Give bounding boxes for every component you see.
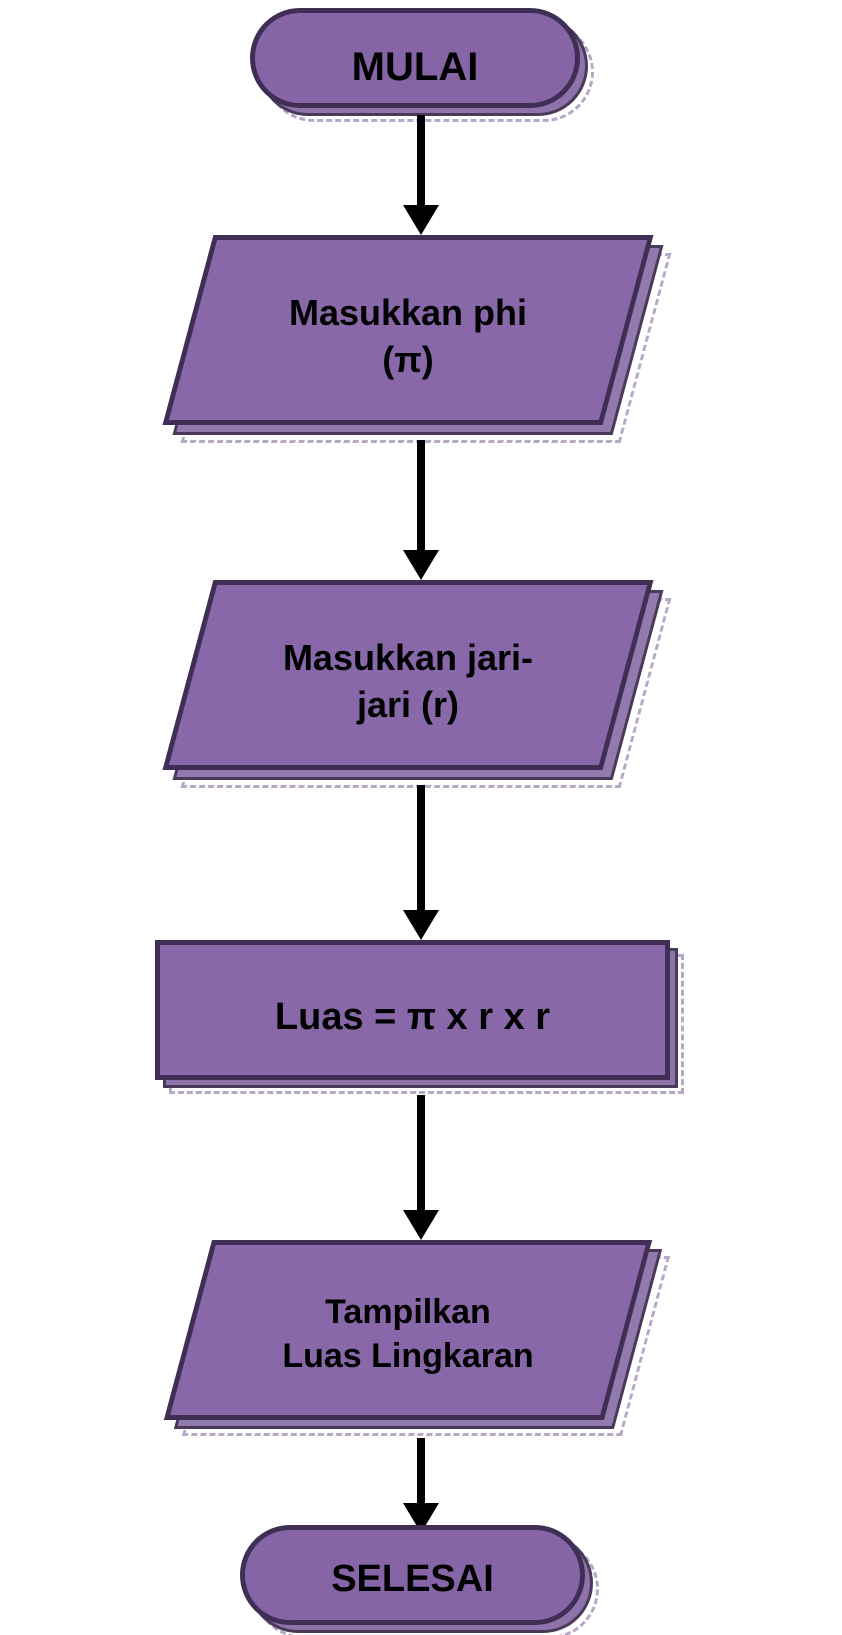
node-output-area: Tampilkan Luas Lingkaran <box>158 1240 684 1440</box>
input-phi-label: Masukkan phi (π) <box>158 290 658 384</box>
start-label: MULAI <box>255 41 575 93</box>
arrow-3 <box>401 785 441 940</box>
input-r-label: Masukkan jari- jari (r) <box>158 635 658 729</box>
arrow-4 <box>401 1095 441 1240</box>
arrow-1 <box>401 115 441 235</box>
input-phi-line2: (π) <box>382 339 434 380</box>
node-input-phi: Masukkan phi (π) <box>158 235 684 445</box>
input-phi-line1: Masukkan phi <box>289 292 527 333</box>
node-end: SELESAI <box>240 1525 600 1635</box>
output-line2: Luas Lingkaran <box>282 1337 533 1375</box>
output-line1: Tampilkan <box>325 1293 491 1331</box>
input-r-line2: jari (r) <box>357 684 459 725</box>
flowchart-canvas: MULAI Masukkan phi (π) Masukkan jari- ja… <box>0 0 842 1600</box>
node-start: MULAI <box>250 8 590 118</box>
node-input-r: Masukkan jari- jari (r) <box>158 580 684 790</box>
input-r-line1: Masukkan jari- <box>283 637 533 678</box>
end-label: SELESAI <box>245 1555 580 1604</box>
output-label: Tampilkan Luas Lingkaran <box>158 1290 658 1378</box>
process-label: Luas = π x r x r <box>160 993 665 1042</box>
arrow-2 <box>401 440 441 580</box>
node-process-area: Luas = π x r x r <box>155 940 695 1100</box>
arrow-5 <box>401 1438 441 1533</box>
